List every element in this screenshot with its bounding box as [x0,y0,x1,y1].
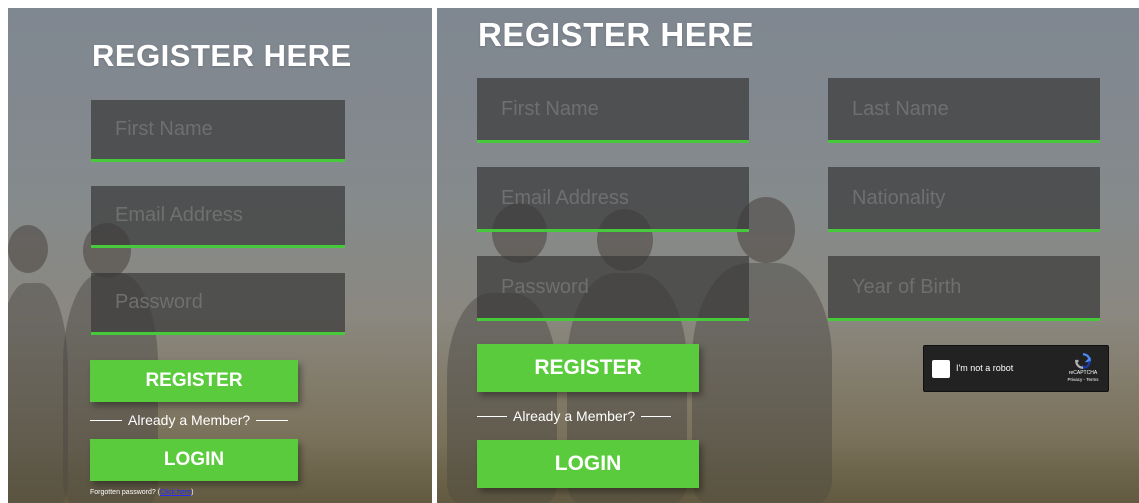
already-member-text: Already a Member? [128,412,251,428]
nationality-input[interactable] [828,167,1100,232]
register-button[interactable]: REGISTER [477,344,699,392]
already-member-divider: Already a Member? [90,412,289,428]
year-of-birth-input[interactable] [828,256,1100,321]
page-title: REGISTER HERE [478,16,755,53]
recaptcha-links[interactable]: Privacy - Terms [1066,377,1100,382]
first-name-input[interactable] [477,78,749,143]
email-input[interactable] [91,186,345,248]
register-button[interactable]: REGISTER [90,360,298,402]
recaptcha-label: I'm not a robot [956,363,1014,373]
first-name-input[interactable] [91,100,345,162]
page-title: REGISTER HERE [92,38,352,73]
recaptcha-logo: reCAPTCHA Privacy - Terms [1066,352,1100,382]
recaptcha-widget: I'm not a robot reCAPTCHA Privacy - Term… [923,345,1109,392]
forgot-password-link[interactable]: Click here [160,489,191,496]
register-panel-narrow: REGISTER HERE REGISTER Already a Member?… [8,8,432,503]
already-member-text: Already a Member? [513,408,636,424]
recaptcha-brand: reCAPTCHA [1068,370,1098,376]
login-button[interactable]: LOGIN [477,440,699,488]
password-input[interactable] [91,273,345,335]
forgot-password-text: Forgotten password? (Click here) [90,489,194,496]
register-panel-wide: REGISTER HERE REGISTER Already a Member?… [437,8,1139,503]
already-member-divider: Already a Member? [477,408,672,424]
email-input[interactable] [477,167,749,232]
password-input[interactable] [477,256,749,321]
last-name-input[interactable] [828,78,1100,143]
recaptcha-logo-icon [1075,353,1092,369]
recaptcha-checkbox[interactable] [932,360,950,378]
login-button[interactable]: LOGIN [90,439,298,481]
